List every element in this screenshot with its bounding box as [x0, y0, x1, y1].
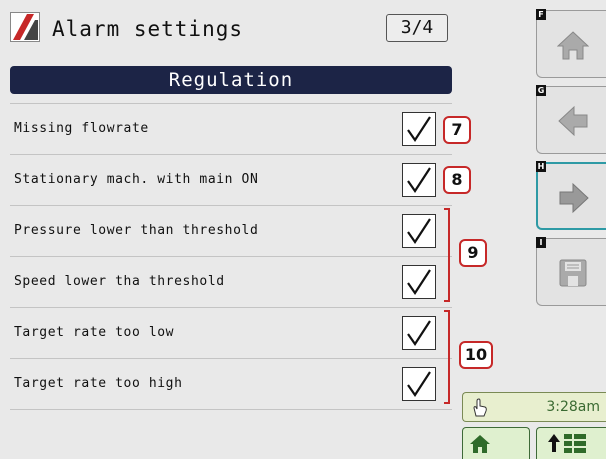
checkmark-icon [407, 269, 431, 295]
stationary-machine-checkbox[interactable] [402, 163, 436, 197]
callout-8: 8 [443, 166, 471, 194]
alarm-row-missing-flowrate: Missing flowrate [10, 103, 452, 155]
next-page-button[interactable] [536, 162, 606, 230]
checkmark-icon [407, 167, 431, 193]
home-icon [470, 435, 490, 453]
up-arrow-grid-icon [548, 434, 586, 453]
alarm-label: Speed lower tha threshold [14, 274, 225, 289]
arrow-left-icon [558, 105, 588, 137]
page-title: Alarm settings [52, 17, 244, 41]
checkmark-icon [407, 116, 431, 142]
callout-bracket-9 [444, 208, 450, 302]
alarm-label: Target rate too high [14, 376, 183, 391]
callout-7: 7 [443, 116, 471, 144]
key-label-i: I [536, 237, 546, 248]
alarm-settings-screen: Alarm settings 3/4 Regulation Missing fl… [0, 0, 606, 459]
key-label-f: F [536, 9, 546, 20]
checkmark-icon [407, 371, 431, 397]
checkmark-icon [407, 320, 431, 346]
callout-9: 9 [459, 239, 487, 267]
alarm-label: Stationary mach. with main ON [14, 172, 259, 187]
app-logo-icon [10, 12, 40, 42]
key-label-h: H [536, 161, 546, 172]
speed-lower-checkbox[interactable] [402, 265, 436, 299]
arrow-right-icon [559, 182, 589, 214]
alarm-row-stationary-machine: Stationary mach. with main ON [10, 155, 452, 206]
callout-bracket-10 [444, 310, 450, 404]
callout-10: 10 [459, 341, 493, 369]
status-bar: 3:28am [462, 392, 606, 422]
pressure-lower-checkbox[interactable] [402, 214, 436, 248]
target-rate-low-checkbox[interactable] [402, 316, 436, 350]
alarm-row-speed-lower: Speed lower tha threshold [10, 257, 452, 308]
home-icon [557, 31, 589, 60]
save-icon [559, 259, 587, 287]
bottom-home-button[interactable] [462, 427, 530, 459]
target-rate-high-checkbox[interactable] [402, 367, 436, 401]
page-indicator: 3/4 [386, 14, 448, 42]
home-button[interactable] [536, 10, 606, 78]
alarm-label: Missing flowrate [14, 121, 149, 136]
alarm-row-pressure-lower: Pressure lower than threshold [10, 206, 452, 257]
clock-time: 3:28am [546, 399, 600, 415]
alarm-row-target-rate-high: Target rate too high [10, 359, 452, 410]
checkmark-icon [407, 218, 431, 244]
section-header: Regulation [10, 66, 452, 94]
alarm-row-target-rate-low: Target rate too low [10, 308, 452, 359]
previous-page-button[interactable] [536, 86, 606, 154]
missing-flowrate-checkbox[interactable] [402, 112, 436, 146]
touch-hand-icon [473, 398, 487, 417]
key-label-g: G [536, 85, 546, 96]
alarm-label: Target rate too low [14, 325, 175, 340]
alarm-label: Pressure lower than threshold [14, 223, 259, 238]
alarm-list: Missing flowrate Stationary mach. with m… [10, 103, 452, 410]
bottom-layout-button[interactable] [536, 427, 606, 459]
save-button[interactable] [536, 238, 606, 306]
